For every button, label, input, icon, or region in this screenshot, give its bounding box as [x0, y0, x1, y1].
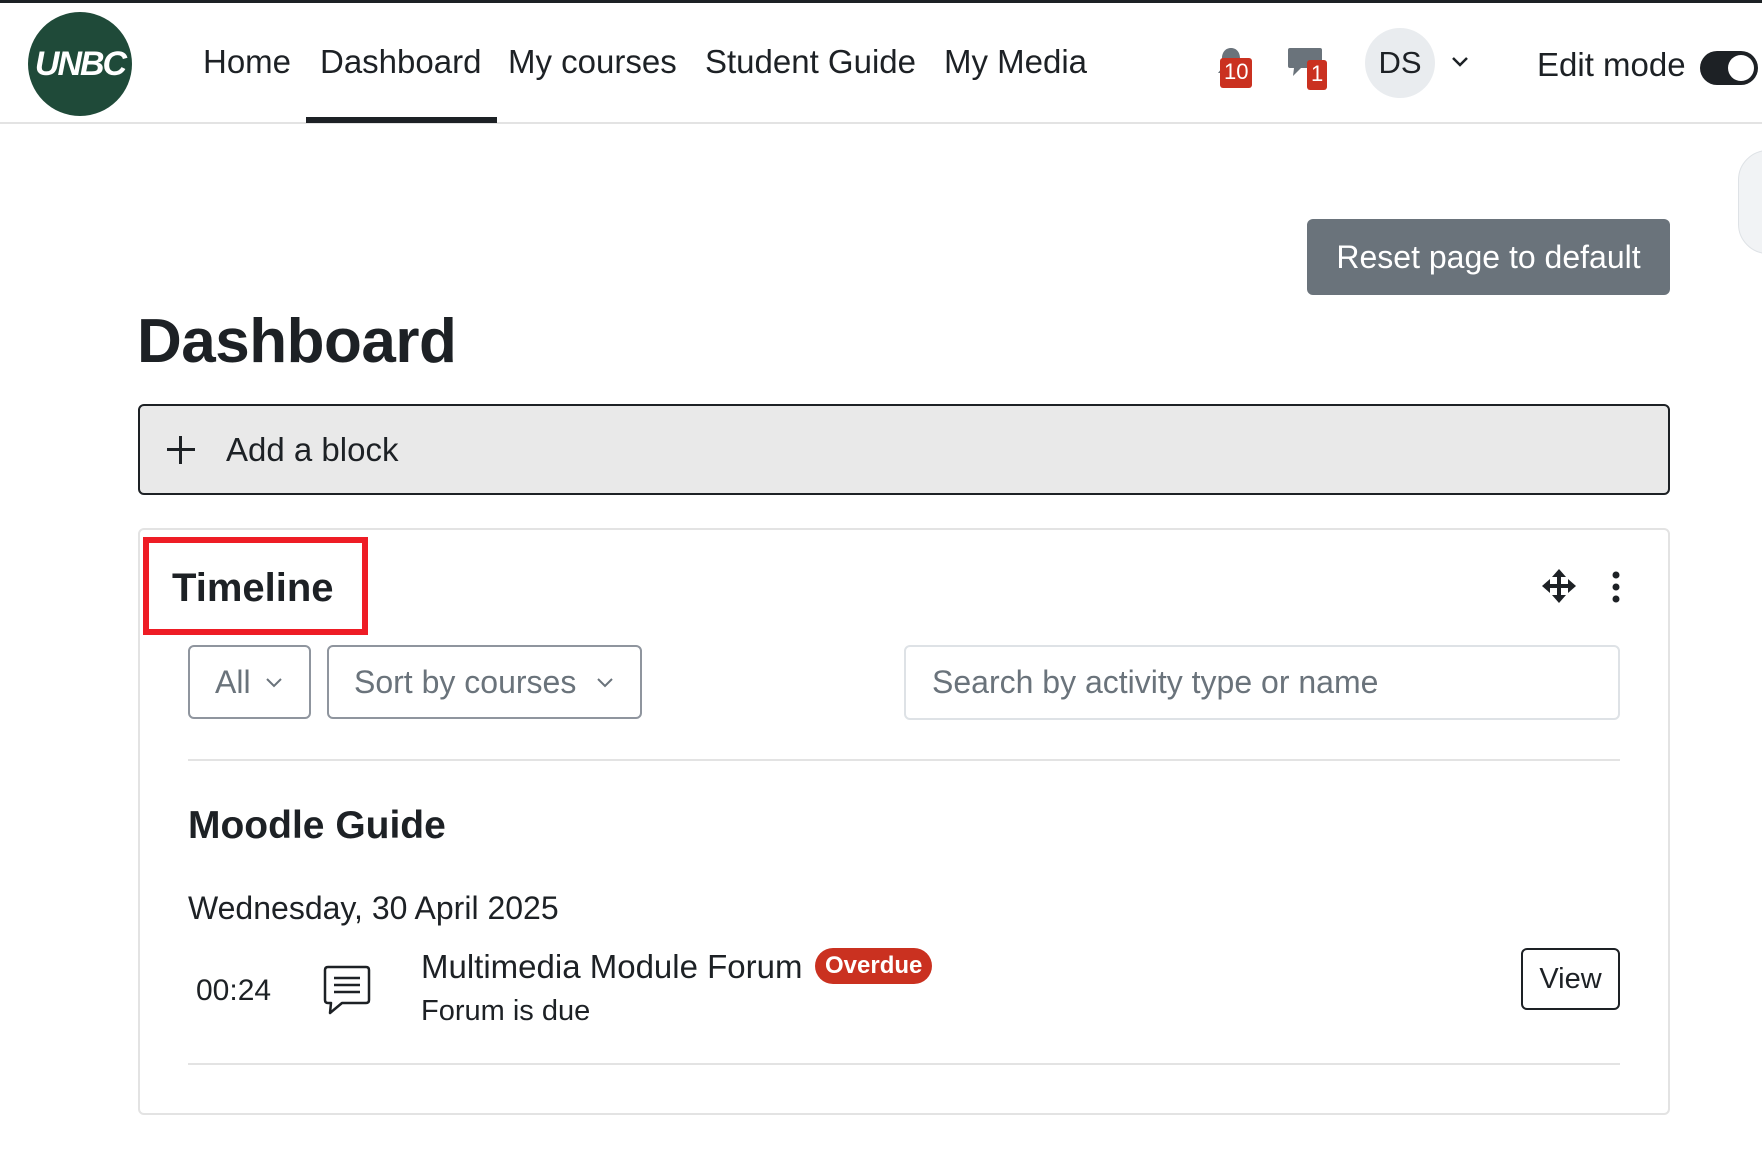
sort-select-value: Sort by courses [354, 663, 577, 700]
filter-select-value: All [215, 663, 251, 700]
chevron-down-icon [597, 678, 613, 688]
chevron-down-icon[interactable] [1450, 55, 1470, 69]
unbc-logo[interactable]: UNBC [28, 12, 132, 116]
kebab-menu-icon[interactable] [1608, 570, 1624, 604]
nav-my-media[interactable]: My Media [944, 43, 1087, 81]
filter-select[interactable]: All [188, 645, 311, 719]
add-block-label: Add a block [226, 430, 399, 468]
event-date-heading: Wednesday, 30 April 2025 [188, 890, 559, 926]
divider [188, 1063, 1620, 1065]
active-nav-indicator [306, 117, 497, 123]
move-icon[interactable] [1542, 569, 1576, 603]
user-avatar[interactable]: DS [1365, 28, 1435, 98]
view-event-button[interactable]: View [1521, 948, 1620, 1010]
timeline-search-input[interactable] [904, 645, 1620, 720]
forum-icon [323, 965, 371, 1015]
chevron-down-icon [266, 678, 282, 688]
logo-text: UNBC [34, 44, 127, 83]
edit-mode-toggle[interactable] [1700, 51, 1758, 85]
messages-count-badge: 1 [1307, 60, 1328, 90]
plus-icon [166, 435, 196, 465]
add-block-button[interactable]: Add a block [138, 404, 1670, 495]
overdue-badge: Overdue [815, 948, 933, 984]
sort-select[interactable]: Sort by courses [327, 645, 642, 719]
event-link[interactable]: Multimedia Module Forum [421, 948, 802, 986]
nav-student-guide[interactable]: Student Guide [705, 43, 916, 81]
timeline-title: Timeline [172, 566, 334, 610]
course-name: Moodle Guide [188, 804, 446, 847]
nav-home[interactable]: Home [203, 43, 291, 81]
event-subtitle: Forum is due [421, 995, 591, 1027]
page-title: Dashboard [137, 307, 457, 376]
toggle-knob [1728, 55, 1754, 81]
nav-my-courses[interactable]: My courses [508, 43, 677, 81]
edit-mode-label: Edit mode [1537, 46, 1686, 83]
navbar: UNBC Home Dashboard My courses Student G… [0, 3, 1762, 124]
reset-page-button[interactable]: Reset page to default [1307, 219, 1670, 295]
block-drawer-toggle[interactable] [1738, 150, 1762, 254]
event-time: 00:24 [196, 974, 272, 1007]
notifications-count-badge: 10 [1220, 58, 1253, 88]
nav-dashboard[interactable]: Dashboard [320, 43, 481, 81]
divider [188, 759, 1620, 761]
